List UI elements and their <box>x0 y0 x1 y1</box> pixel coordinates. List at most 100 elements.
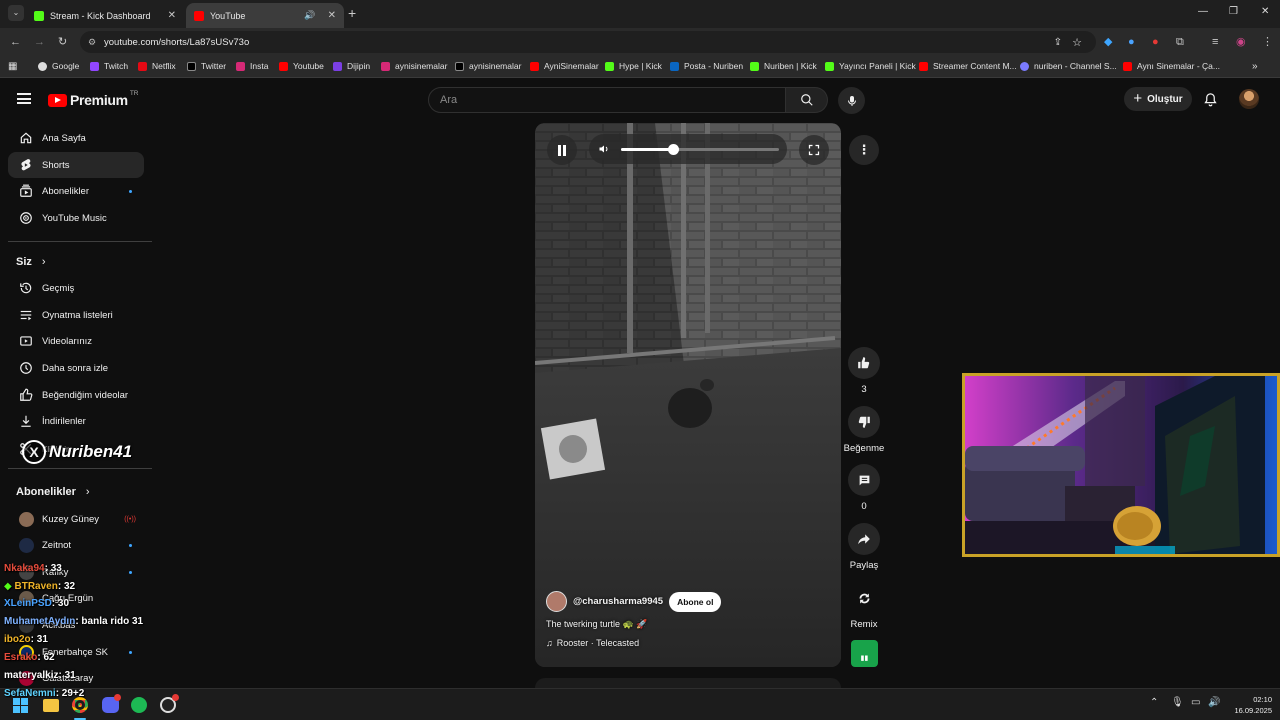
bookmark-google[interactable]: Google <box>38 61 79 71</box>
sidebar-item-playlists[interactable]: Oynatma listeleri <box>8 302 144 328</box>
more-options-button[interactable]: ⋮ <box>849 135 879 165</box>
bookmark-nuriben-channel[interactable]: nuriben - Channel S... <box>1020 61 1117 71</box>
hamburger-menu-icon[interactable] <box>17 93 31 104</box>
sidebar-you-heading[interactable]: Siz › <box>16 256 46 268</box>
like-action[interactable]: 3 <box>848 347 880 395</box>
minimize-icon[interactable]: — <box>1198 6 1208 17</box>
restore-icon[interactable]: ❐ <box>1229 6 1238 17</box>
more-bookmarks-icon[interactable]: » <box>1252 61 1258 72</box>
sidebar-item-history[interactable]: Geçmiş <box>8 275 144 301</box>
webcam-overlay <box>962 373 1280 557</box>
sidebar-item-youtube-music[interactable]: YouTube Music <box>8 205 144 231</box>
extensions-puzzle-icon[interactable]: ⧉ <box>1176 35 1184 49</box>
sidebar-item-downloads[interactable]: İndirilenler <box>8 408 144 434</box>
spotify-icon[interactable] <box>131 697 147 713</box>
file-explorer-icon[interactable] <box>43 699 59 712</box>
bookmark-posta[interactable]: Posta - Nuriben <box>670 61 743 71</box>
sidebar-subscriptions-heading[interactable]: Abonelikler › <box>16 486 90 498</box>
avatar <box>18 537 34 553</box>
sidebar-item-liked-videos[interactable]: Beğendiğim videolar <box>8 382 144 408</box>
bookmark-insta[interactable]: Insta <box>236 61 268 71</box>
bookmark-ayni-sinemalar[interactable]: Aynı Sinemalar - Ça... <box>1123 61 1220 71</box>
sidebar-item-your-videos[interactable]: Videolarınız <box>8 328 144 354</box>
dislike-action[interactable]: Beğenme <box>840 406 888 454</box>
bookmark-twitter[interactable]: Twitter <box>187 61 226 71</box>
sound-thumbnail[interactable]: ▮▮ <box>851 640 878 667</box>
remix-button[interactable] <box>848 582 880 614</box>
tray-volume-icon[interactable]: 🔊 <box>1208 697 1220 708</box>
sidebar-sub-kuzey-guney[interactable]: Kuzey Güney ((•)) <box>8 506 144 532</box>
search-button[interactable] <box>786 87 828 113</box>
sidebar-item-watch-later[interactable]: Daha sonra izle <box>8 355 144 381</box>
windows-start-icon[interactable] <box>13 698 28 713</box>
profile-icon[interactable]: ◉ <box>1236 35 1246 49</box>
bookmark-star-icon[interactable]: ☆ <box>1072 36 1082 49</box>
tray-overflow-icon[interactable]: ⌃ <box>1150 697 1158 708</box>
new-tab-icon[interactable]: + <box>348 6 356 20</box>
bookmark-nuriben-kick[interactable]: Nuriben | Kick <box>750 61 817 71</box>
install-icon[interactable]: ⇪ <box>1054 37 1062 48</box>
bookmark-hype-kick[interactable]: Hype | Kick <box>605 61 662 71</box>
bookmark-dijipin[interactable]: Dijipin <box>333 61 370 71</box>
menu-icon[interactable]: ⋮ <box>1262 35 1273 49</box>
window-close-icon[interactable]: ✕ <box>1261 6 1269 17</box>
sidebar-item-subscriptions[interactable]: Abonelikler <box>8 178 144 204</box>
short-title[interactable]: The twerking turtle 🐢 🚀 <box>546 619 647 630</box>
fullscreen-button[interactable] <box>799 135 829 165</box>
notifications-bell-icon[interactable] <box>1203 92 1218 107</box>
youtube-premium-logo[interactable]: Premium TR <box>48 90 138 108</box>
extension-red-icon[interactable]: ● <box>1152 35 1159 49</box>
tab-audio-icon[interactable]: 🔊 <box>304 10 315 21</box>
address-bar[interactable]: ⚙ youtube.com/shorts/La87sUSv73o ⇪ ☆ <box>80 31 1096 53</box>
bookmark-aynisinemalar-1[interactable]: aynisinemalar <box>381 61 447 71</box>
sidebar-item-home[interactable]: Ana Sayfa <box>8 125 144 151</box>
bookmark-youtube[interactable]: Youtube <box>279 61 324 71</box>
share-button[interactable] <box>848 523 880 555</box>
bookmark-twitch[interactable]: Twitch <box>90 61 128 71</box>
site-info-icon[interactable]: ⚙ <box>88 37 96 48</box>
share-action[interactable]: Paylaş <box>842 523 886 571</box>
tray-microphone-icon[interactable]: 🎙 <box>1171 697 1184 708</box>
bookmark-aynisinemalar-3[interactable]: AyniSinemalar <box>530 61 599 71</box>
back-icon[interactable]: ← <box>10 35 21 49</box>
pause-button[interactable] <box>547 135 577 165</box>
channel-name[interactable]: @charusharma9945 <box>573 596 663 607</box>
volume-slider-track[interactable] <box>621 144 779 155</box>
bookmark-yayinci-paneli[interactable]: Yayıncı Paneli | Kick <box>825 61 916 71</box>
comments-action[interactable]: 0 <box>848 464 880 512</box>
bookmark-netflix[interactable]: Netflix <box>138 61 176 71</box>
voice-search-button[interactable] <box>838 87 865 114</box>
tab-search-icon[interactable]: ⌄ <box>8 5 24 21</box>
sidebar-item-shorts[interactable]: Shorts <box>8 152 144 178</box>
close-icon[interactable]: ✕ <box>328 10 336 21</box>
sidebar-sub-zeitnot[interactable]: Zeitnot <box>8 532 144 558</box>
subscribe-button[interactable]: Abone ol <box>669 591 722 612</box>
apps-icon[interactable]: ▦ <box>8 61 17 72</box>
bookmark-streamer-content[interactable]: Streamer Content M... <box>919 61 1017 71</box>
tab-kick-dashboard[interactable]: Stream - Kick Dashboard ✕ <box>26 3 184 28</box>
channel-avatar[interactable] <box>546 591 567 612</box>
close-icon[interactable]: ✕ <box>168 10 176 21</box>
reading-list-icon[interactable]: ≡ <box>1212 35 1218 49</box>
account-avatar[interactable] <box>1239 89 1259 109</box>
remix-action[interactable]: Remix <box>848 582 880 630</box>
forward-icon[interactable]: → <box>34 35 45 49</box>
tab-youtube[interactable]: YouTube 🔊 ✕ <box>186 3 344 28</box>
bookmark-aynisinemalar-2[interactable]: aynisinemalar <box>455 61 521 71</box>
like-button[interactable] <box>848 347 880 379</box>
volume-slider-thumb[interactable] <box>668 144 680 155</box>
chrome-icon[interactable] <box>72 697 88 713</box>
comments-button[interactable] <box>848 464 880 496</box>
volume-control[interactable] <box>589 134 787 164</box>
search-input[interactable]: Ara <box>428 87 786 113</box>
clock[interactable]: 02:10 16.09.2025 <box>1226 694 1272 716</box>
music-row[interactable]: ♫ Rooster · Telecasted <box>546 638 639 648</box>
dislike-button[interactable] <box>848 406 880 438</box>
subscriptions-icon <box>20 184 32 197</box>
extension-blue-icon[interactable]: ● <box>1128 35 1135 49</box>
extension-shield-icon[interactable]: ◆ <box>1104 35 1112 49</box>
shorts-video-player[interactable]: @charusharma9945 Abone ol The twerking t… <box>535 123 841 667</box>
tray-network-icon[interactable]: ▭ <box>1191 697 1200 708</box>
reload-icon[interactable]: ↻ <box>58 35 67 49</box>
create-button[interactable]: + Oluştur <box>1124 87 1192 111</box>
